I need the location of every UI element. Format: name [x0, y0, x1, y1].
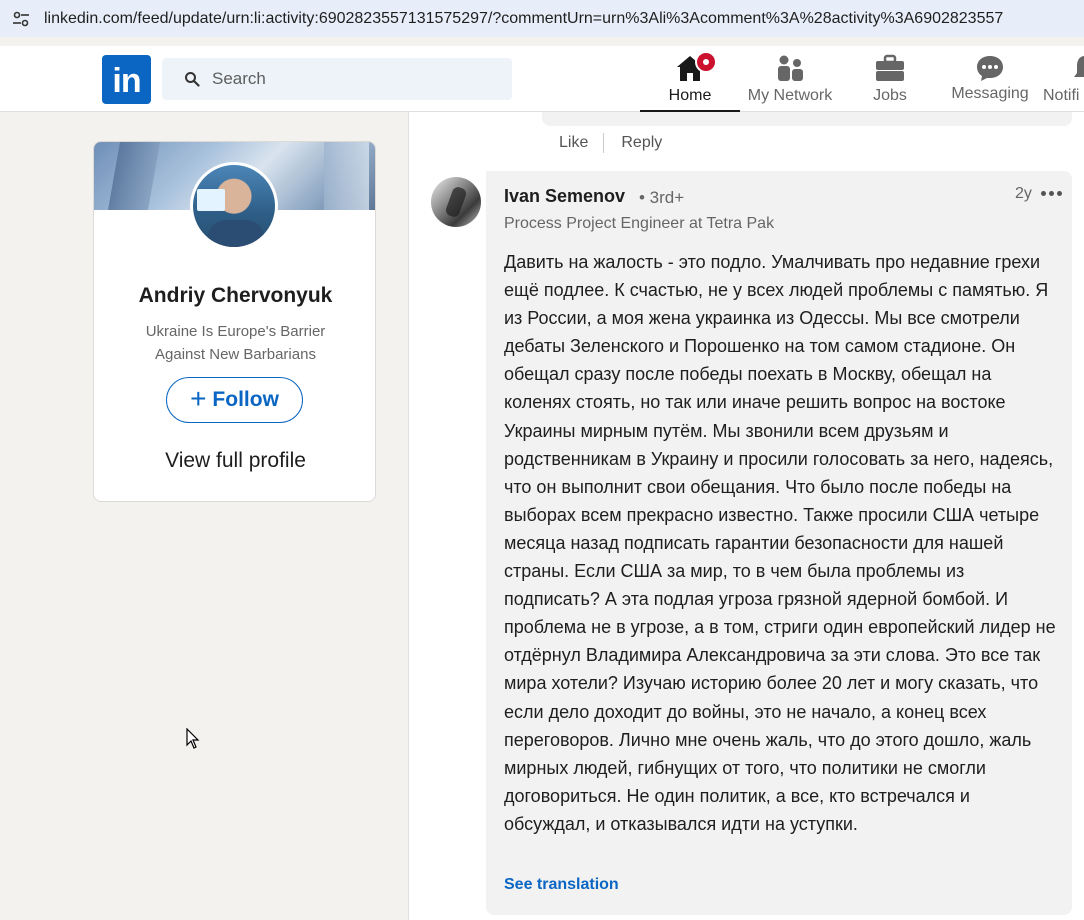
nav-label: Messaging [951, 85, 1029, 102]
connection-degree: • 3rd+ [639, 188, 685, 207]
reply-button[interactable]: Reply [621, 134, 662, 152]
nav-my-network[interactable]: My Network [740, 46, 840, 112]
profile-name[interactable]: Andriy Chervonyuk [94, 284, 375, 308]
comment-text: Давить на жалость - это подло. Умалчиват… [504, 252, 1056, 834]
view-full-profile-link[interactable]: View full profile [94, 449, 375, 473]
url-text[interactable]: linkedin.com/feed/update/urn:li:activity… [44, 10, 1003, 28]
mouse-cursor-icon [186, 728, 200, 749]
comment-author-title: Process Project Engineer at Tetra Pak [504, 215, 775, 232]
linkedin-logo[interactable]: in [102, 55, 151, 104]
comment-timestamp: 2y [1015, 185, 1032, 202]
briefcase-icon [876, 54, 904, 81]
nav-label: Home [668, 87, 712, 104]
search-input[interactable] [212, 69, 472, 89]
network-icon [778, 55, 803, 81]
plus-icon: + [190, 382, 207, 414]
messaging-icon [977, 56, 1003, 81]
search-icon [185, 72, 200, 87]
see-translation-link[interactable]: See translation [504, 876, 619, 894]
comment-author-avatar[interactable] [431, 177, 481, 227]
notification-badge [695, 51, 717, 73]
like-button[interactable]: Like [559, 134, 588, 152]
browser-address-bar: linkedin.com/feed/update/urn:li:activity… [0, 0, 1084, 37]
previous-comment-actions: Like Reply [559, 133, 662, 153]
nav-notifications[interactable]: Notifi [1040, 46, 1084, 112]
profile-card: Andriy Chervonyuk Ukraine Is Europe's Ba… [93, 141, 376, 502]
divider [603, 133, 605, 153]
nav-jobs[interactable]: Jobs [840, 46, 940, 112]
nav-label: My Network [747, 87, 833, 104]
nav-label: Notifi [1043, 87, 1080, 104]
follow-label: Follow [212, 388, 279, 411]
comment-author-name[interactable]: Ivan Semenov [504, 186, 625, 207]
avatar[interactable] [190, 162, 278, 250]
profile-headline: Ukraine Is Europe's Barrier Against New … [145, 323, 326, 363]
nav-label: Jobs [873, 87, 907, 104]
site-settings-icon[interactable] [12, 10, 30, 28]
previous-comment-bubble [542, 112, 1072, 126]
more-options-icon[interactable] [1040, 183, 1062, 203]
follow-button[interactable]: + Follow [166, 377, 303, 423]
search-box[interactable] [162, 58, 512, 100]
nav-messaging[interactable]: Messaging [940, 46, 1040, 112]
top-navbar: in Home My Network [0, 46, 1084, 112]
comment-bubble: Ivan Semenov • 3rd+ Process Project Engi… [486, 171, 1072, 915]
bell-icon [1074, 56, 1084, 77]
nav-home[interactable]: Home [640, 46, 740, 112]
